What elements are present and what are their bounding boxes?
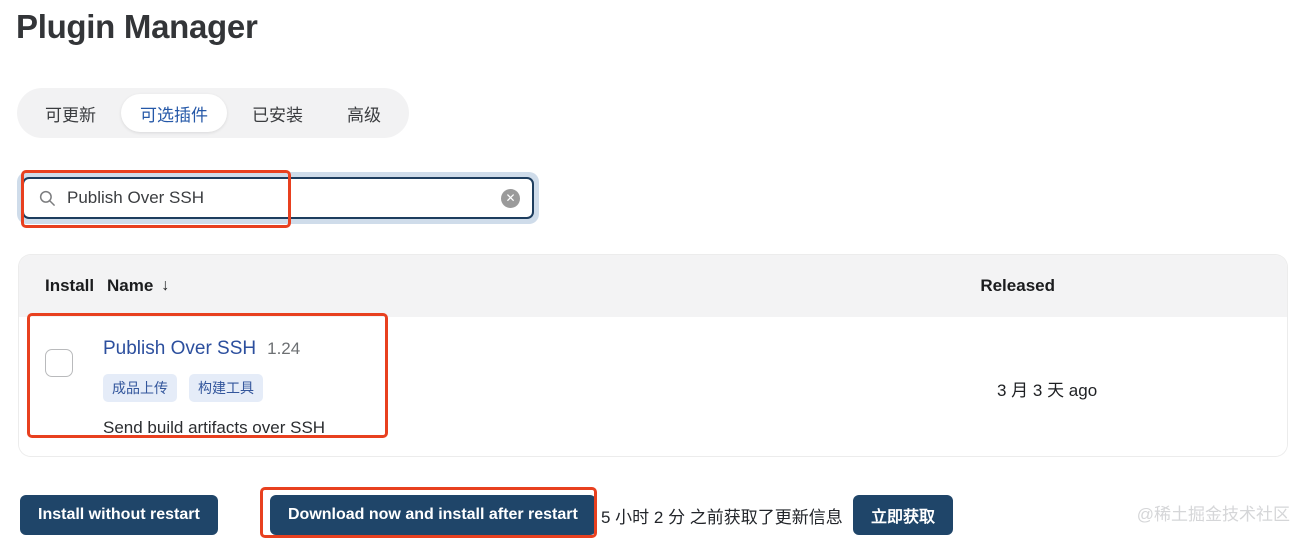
install-without-restart-button[interactable]: Install without restart [20,495,218,535]
tab-installed[interactable]: 已安装 [233,94,322,132]
column-header-install: Install [45,276,95,295]
tab-advanced[interactable]: 高级 [328,94,400,132]
sort-descending-icon[interactable]: ↓ [161,277,169,295]
download-and-install-after-restart-button[interactable]: Download now and install after restart [270,495,596,535]
tab-available-plugins[interactable]: 可选插件 [121,94,227,132]
plugin-info: Publish Over SSH 1.24 成品上传 构建工具 Send bui… [103,338,663,438]
column-header-released[interactable]: Released [980,276,1055,296]
plugin-released-date: 3 月 3 天 ago [997,381,1098,400]
plugin-name-link[interactable]: Publish Over SSH [103,338,256,360]
clear-search-icon[interactable]: ✕ [501,188,520,208]
plugin-table-card: Install Name ↓ Released Publish Over SSH… [19,255,1287,456]
plugin-version: 1.24 [267,339,301,358]
fetch-now-button[interactable]: 立即获取 [853,495,954,535]
plugin-title-line: Publish Over SSH 1.24 [103,338,663,360]
plugin-description: Send build artifacts over SSH [103,418,326,437]
plugin-tag-build-tools[interactable]: 构建工具 [189,374,263,402]
search-icon [39,190,55,206]
page-title: Plugin Manager [16,8,258,45]
watermark: @稀土掘金技术社区 [1136,505,1290,524]
tab-updatable[interactable]: 可更新 [26,94,115,132]
install-checkbox[interactable] [45,349,73,377]
plugin-tag-artifact-upload[interactable]: 成品上传 [103,374,177,402]
search-input[interactable]: Publish Over SSH [67,188,501,208]
search-field-wrapper: Publish Over SSH ✕ [17,172,539,224]
update-status-text: 5 小时 2 分 之前获取了更新信息 [601,508,843,527]
tab-bar: 可更新 可选插件 已安装 高级 [17,88,409,138]
search-box[interactable]: Publish Over SSH ✕ [22,177,534,219]
plugin-tags: 成品上传 构建工具 [103,374,663,402]
column-header-name[interactable]: Name ↓ [107,276,169,296]
column-header-name-label: Name [107,276,154,295]
table-header-row: Install Name ↓ Released [19,255,1287,317]
table-row: Publish Over SSH 1.24 成品上传 构建工具 Send bui… [19,317,1287,456]
